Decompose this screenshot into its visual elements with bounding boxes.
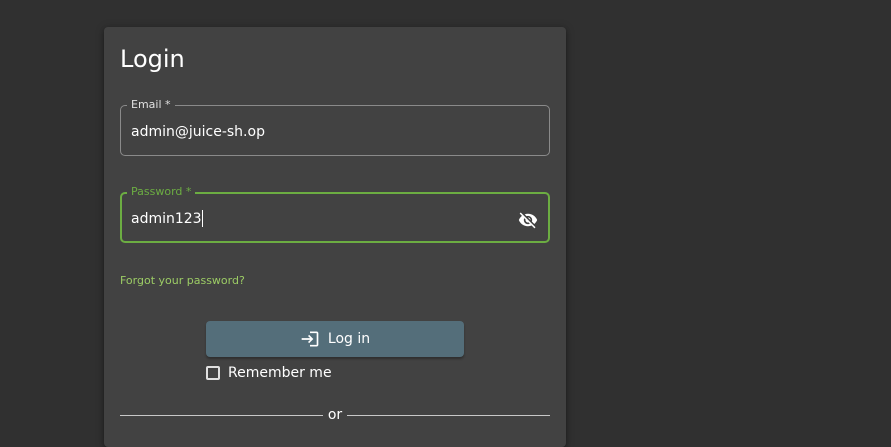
password-field[interactable]: Password * xyxy=(120,185,550,243)
login-button[interactable]: Log in xyxy=(206,321,464,357)
forgot-password-link[interactable]: Forgot your password? xyxy=(120,274,245,288)
email-input[interactable] xyxy=(131,123,491,141)
email-label: Email * xyxy=(127,98,175,112)
page-title: Login xyxy=(120,45,185,73)
divider-line-left xyxy=(120,415,323,416)
password-input[interactable] xyxy=(131,210,491,228)
checkbox-box[interactable] xyxy=(206,366,220,380)
divider-line-right xyxy=(347,415,550,416)
login-button-label: Log in xyxy=(327,331,371,347)
remember-me-label: Remember me xyxy=(228,365,332,381)
text-caret xyxy=(202,210,203,227)
login-icon xyxy=(300,329,320,349)
divider-or-text: or xyxy=(327,407,343,423)
visibility-off-icon[interactable] xyxy=(518,210,538,230)
email-field[interactable]: Email * xyxy=(120,98,550,156)
remember-me-checkbox[interactable]: Remember me xyxy=(206,364,332,382)
login-card: Login Email * Password * Forgot your pas… xyxy=(104,27,566,447)
password-label: Password * xyxy=(127,185,196,199)
